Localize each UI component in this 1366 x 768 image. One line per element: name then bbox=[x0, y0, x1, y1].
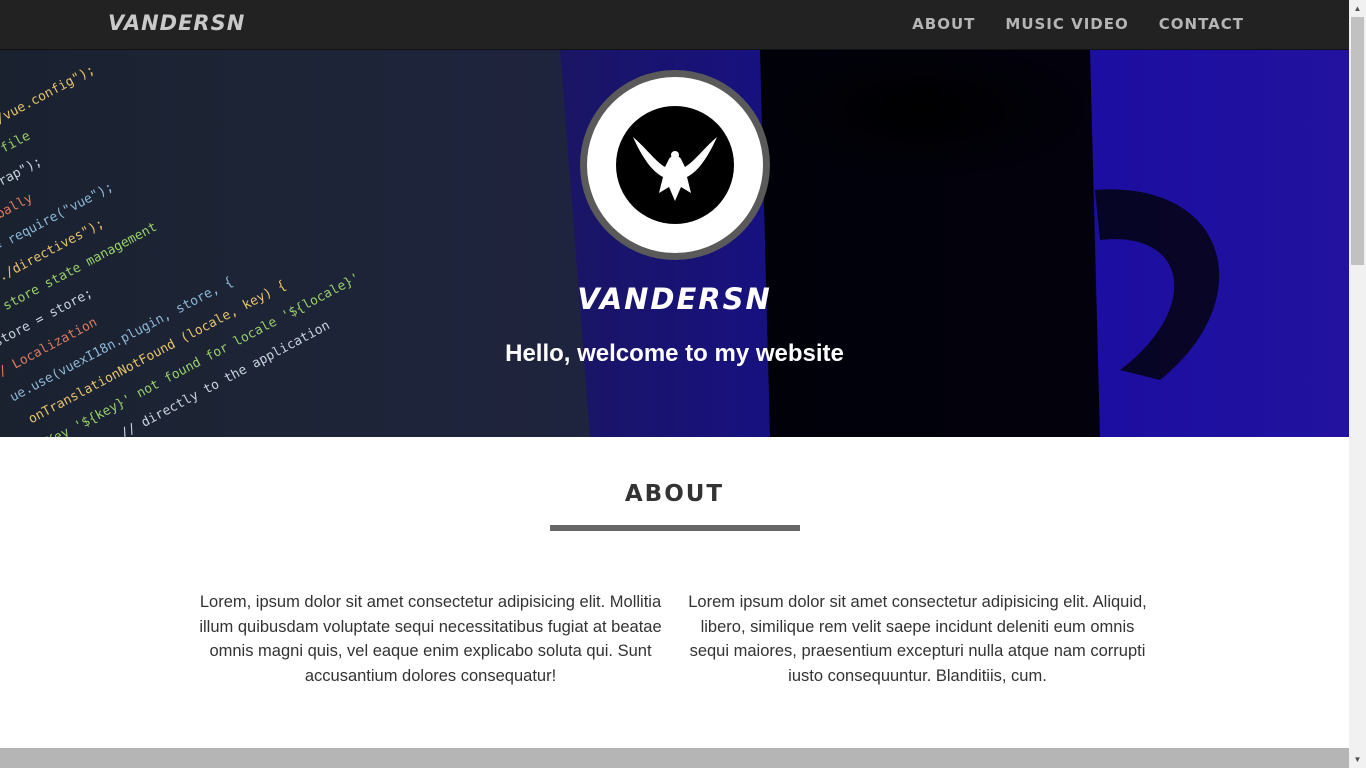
scrollbar-thumb[interactable] bbox=[1351, 17, 1364, 265]
chevron-up-icon[interactable]: ▲ bbox=[1349, 0, 1366, 17]
avatar-logo bbox=[616, 106, 734, 224]
nav-links: ABOUT MUSIC VIDEO CONTACT bbox=[912, 15, 1244, 33]
nav-link-contact[interactable]: CONTACT bbox=[1159, 15, 1244, 33]
nav-link-about[interactable]: ABOUT bbox=[912, 15, 975, 33]
about-section: ABOUT Lorem, ipsum dolor sit amet consec… bbox=[0, 437, 1349, 748]
hero-section: /config file into there-config = require… bbox=[0, 50, 1349, 437]
avatar bbox=[580, 70, 770, 260]
hero-subtitle: Hello, welcome to my website bbox=[505, 340, 844, 367]
page: VANDERSN ABOUT MUSIC VIDEO CONTACT ue.st… bbox=[0, 0, 1349, 768]
nav-link-music-video[interactable]: MUSIC VIDEO bbox=[1005, 15, 1128, 33]
vertical-scrollbar[interactable]: ▲ ▼ bbox=[1349, 0, 1366, 768]
about-divider bbox=[550, 525, 800, 531]
eagle-icon bbox=[633, 137, 717, 201]
navbar: VANDERSN ABOUT MUSIC VIDEO CONTACT bbox=[0, 0, 1349, 50]
hero-title: VANDERSN bbox=[577, 282, 772, 316]
chevron-down-icon[interactable]: ▼ bbox=[1349, 751, 1366, 768]
next-section-strip bbox=[0, 748, 1349, 768]
about-text-left: Lorem, ipsum dolor sit amet consectetur … bbox=[199, 593, 662, 685]
about-heading: ABOUT bbox=[624, 481, 725, 507]
about-text-right: Lorem ipsum dolor sit amet consectetur a… bbox=[688, 593, 1147, 685]
brand-logo-link[interactable]: VANDERSN bbox=[108, 11, 245, 35]
